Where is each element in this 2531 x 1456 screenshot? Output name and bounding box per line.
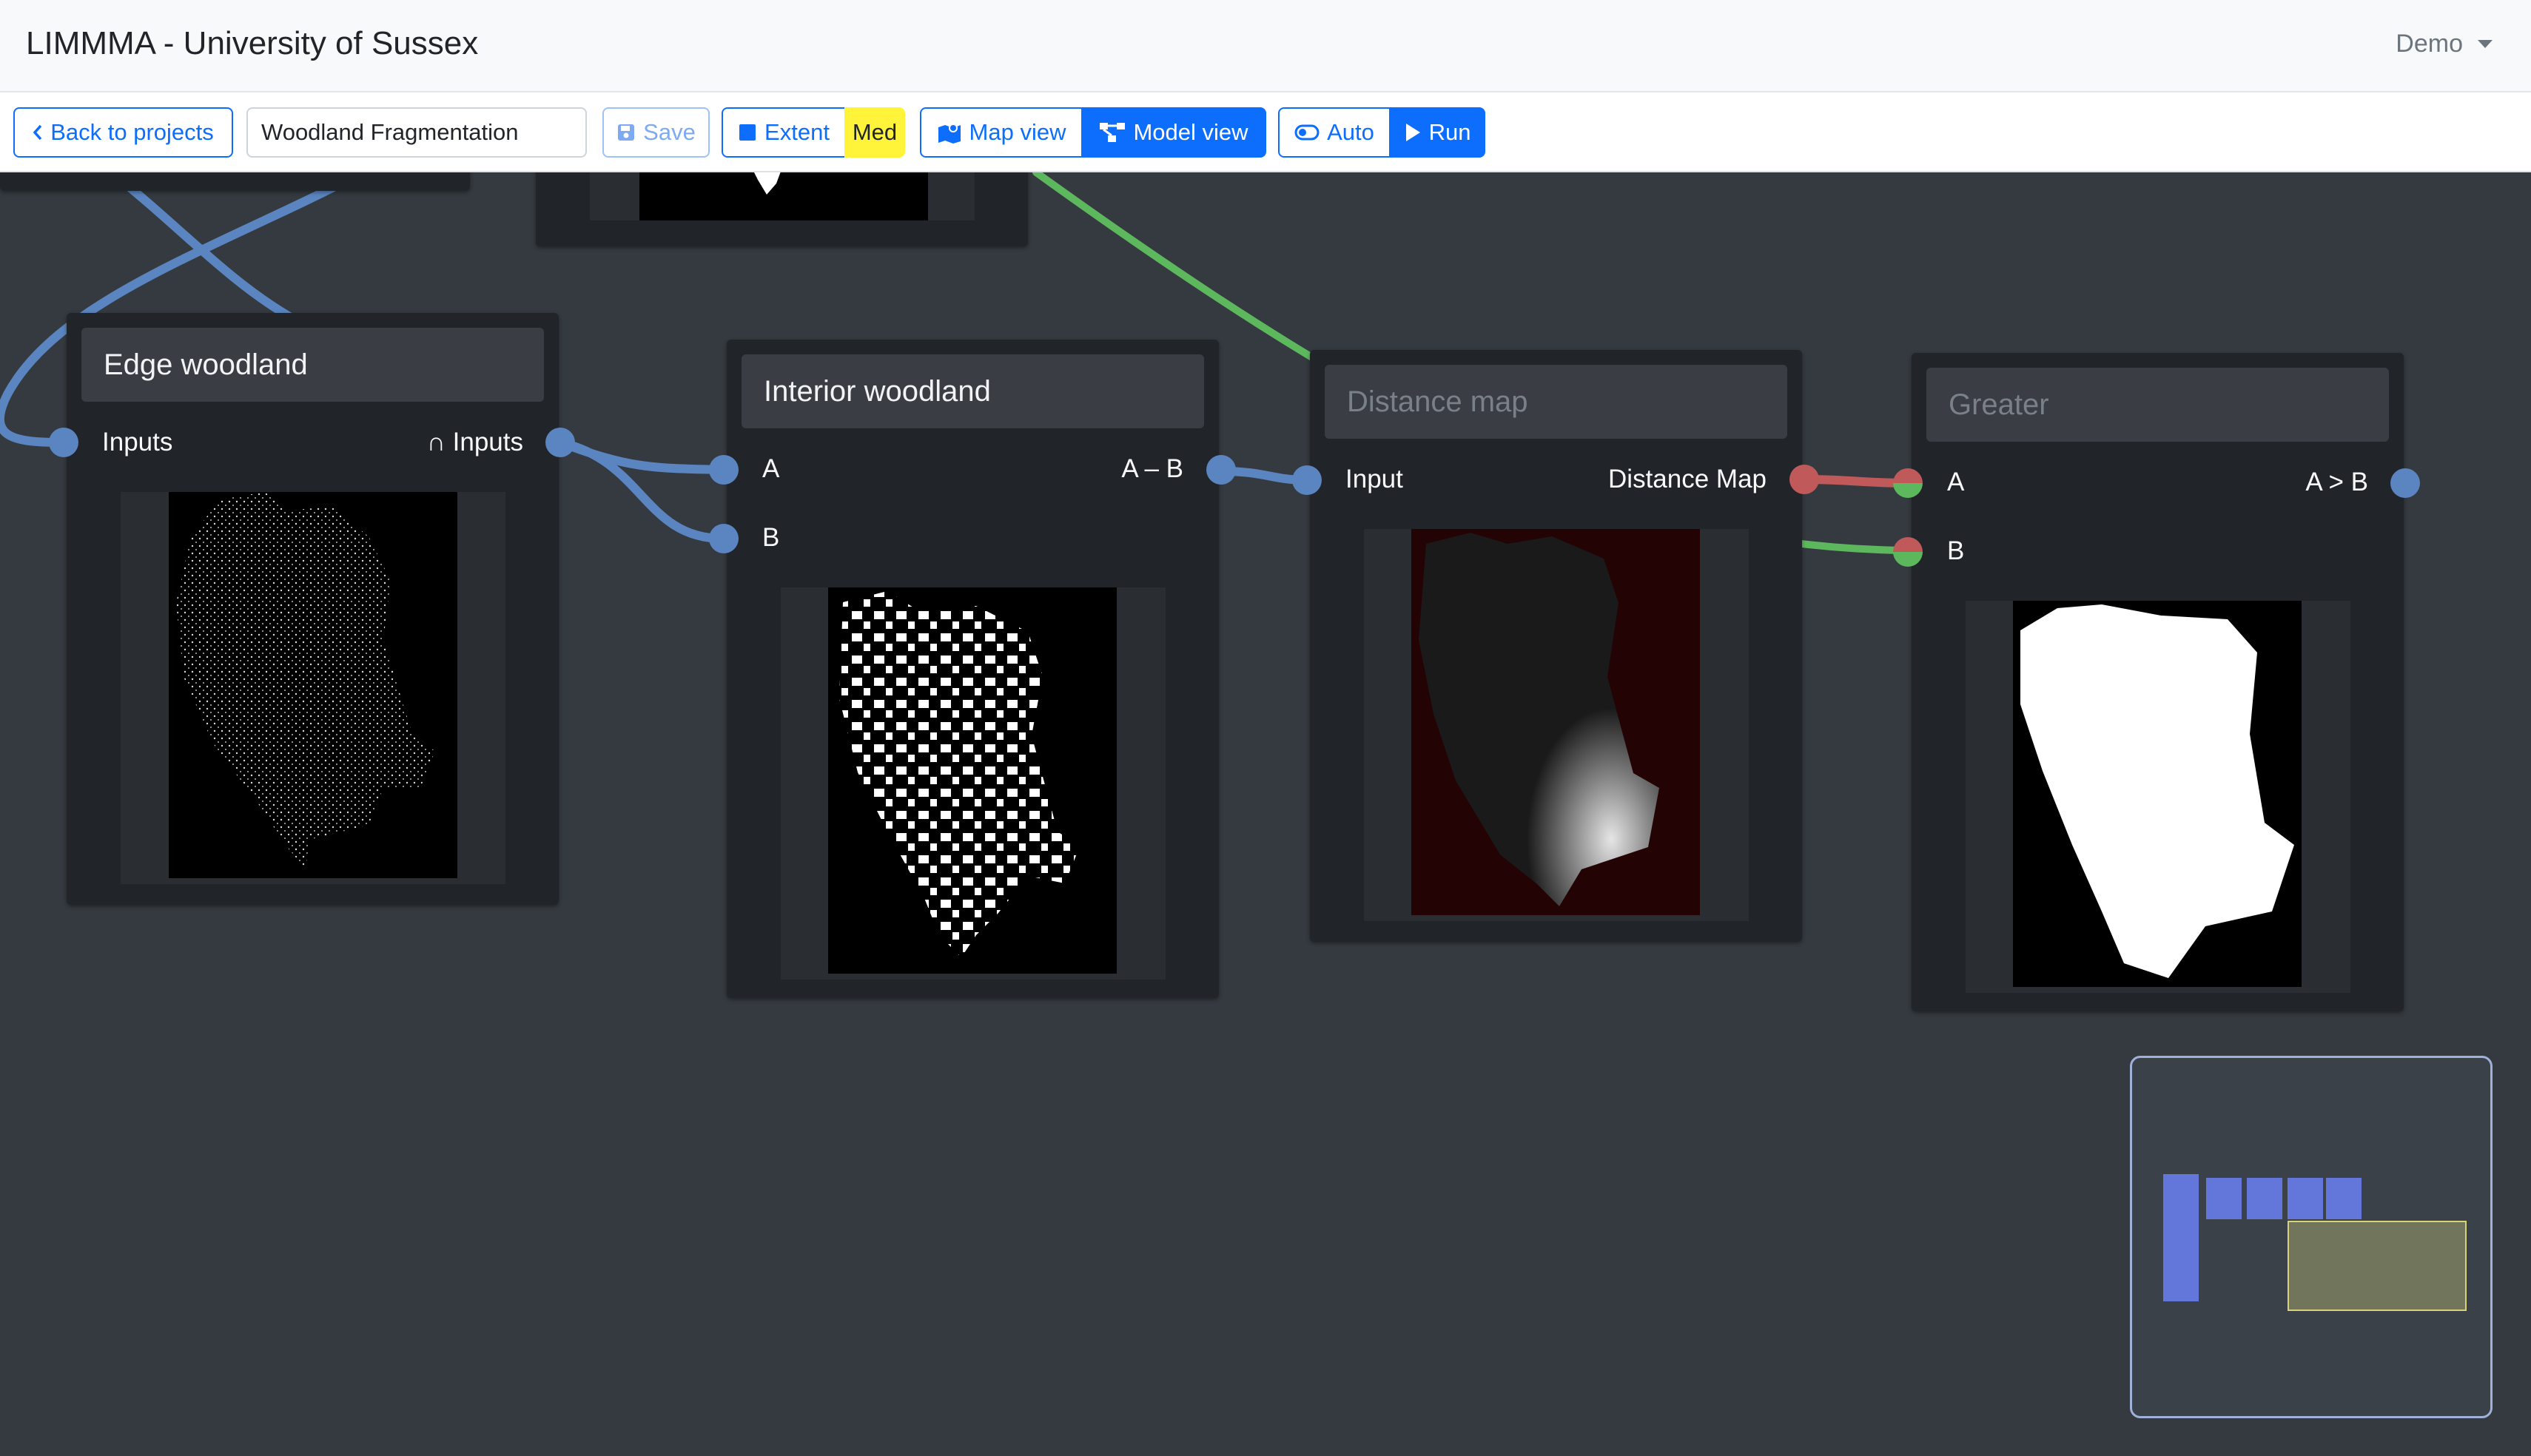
- interior-woodland-input-a-port[interactable]: [709, 455, 739, 485]
- output-port-label: A – B: [1121, 454, 1183, 483]
- output-port-label: A > B: [2305, 468, 2368, 496]
- node-title[interactable]: Edge woodland: [81, 328, 544, 402]
- run-button[interactable]: Run: [1389, 107, 1485, 158]
- extent-resolution-badge: Med: [844, 107, 905, 158]
- greater-input-b-port[interactable]: [1893, 537, 1923, 567]
- interior-woodland-input-b-port[interactable]: [709, 524, 739, 553]
- input-a-label: A: [762, 454, 780, 483]
- edge-woodland-input-port[interactable]: [49, 428, 78, 457]
- edge-woodland-output-port[interactable]: [545, 428, 575, 457]
- greater-preview-image: [2013, 601, 2302, 987]
- raster-preview-image: [754, 172, 781, 195]
- node-distance-map[interactable]: Distance map Input Distance Map: [1310, 350, 1802, 942]
- wire-red-distance-to-greater-a: [1800, 475, 1912, 488]
- input-a-label: A: [1947, 468, 1965, 496]
- user-menu-dropdown[interactable]: Demo: [2396, 30, 2493, 58]
- input-port-label: Inputs: [102, 428, 173, 456]
- minimap-node: [2247, 1178, 2282, 1219]
- wire-blue-edge-to-b: [556, 438, 727, 543]
- toggle-off-icon: [1294, 124, 1320, 141]
- output-port-label: Distance Map: [1608, 465, 1767, 493]
- extent-label: Extent: [764, 119, 830, 145]
- project-name-input[interactable]: Woodland Fragmentation: [246, 107, 587, 158]
- auto-label: Auto: [1327, 119, 1374, 145]
- save-disk-icon: [618, 124, 635, 141]
- minimap-viewport[interactable]: [2288, 1221, 2467, 1311]
- raster-preview-image: [839, 591, 1080, 957]
- save-label: Save: [643, 119, 696, 145]
- top-navbar: LIMMMA - University of Sussex Demo: [0, 0, 2531, 92]
- play-icon: [1405, 124, 1420, 141]
- node-edge-woodland[interactable]: Edge woodland Inputs ∩ Inputs: [67, 313, 559, 905]
- node-greater[interactable]: Greater A B A > B: [1912, 353, 2404, 1011]
- model-view-button[interactable]: Model view: [1081, 107, 1266, 158]
- input-port-label: Input: [1345, 465, 1403, 493]
- node-title[interactable]: Greater: [1926, 368, 2389, 442]
- map-marked-icon: [938, 124, 961, 144]
- node-offscreen-left[interactable]: [0, 172, 470, 191]
- map-view-label: Map view: [969, 119, 1066, 145]
- chevron-left-icon: [33, 124, 42, 141]
- save-button[interactable]: Save: [602, 107, 710, 158]
- map-view-button[interactable]: Map view: [920, 107, 1083, 158]
- raster-preview-image: [176, 492, 435, 869]
- output-port-label: ∩ Inputs: [426, 428, 523, 456]
- run-label: Run: [1428, 119, 1471, 145]
- distance-map-output-port[interactable]: [1789, 465, 1819, 494]
- app-title[interactable]: LIMMMA - University of Sussex: [26, 25, 478, 62]
- minimap-node: [2288, 1178, 2323, 1219]
- minimap-node: [2206, 1178, 2242, 1219]
- input-b-label: B: [1947, 536, 1965, 565]
- node-title[interactable]: Interior woodland: [742, 354, 1204, 428]
- model-canvas[interactable]: Edge woodland Inputs ∩ Inputs Interior w…: [0, 172, 2531, 1456]
- back-to-projects-label: Back to projects: [50, 119, 214, 145]
- node-interior-woodland[interactable]: Interior woodland A B A – B: [727, 340, 1219, 998]
- node-title[interactable]: Distance map: [1325, 365, 1787, 439]
- project-diagram-icon: [1100, 123, 1126, 142]
- caret-down-icon: [2478, 40, 2493, 48]
- square-icon: [739, 124, 756, 141]
- raster-preview-image: [1419, 533, 1659, 906]
- extent-button[interactable]: Extent: [722, 107, 846, 158]
- greater-input-a-port[interactable]: [1893, 468, 1923, 498]
- model-view-label: Model view: [1133, 119, 1248, 145]
- minimap-node: [2326, 1178, 2362, 1219]
- user-menu-label: Demo: [2396, 30, 2463, 58]
- back-to-projects-button[interactable]: Back to projects: [13, 107, 233, 158]
- interior-woodland-output-port[interactable]: [1206, 455, 1236, 485]
- raster-preview-image: [2020, 604, 2294, 978]
- canvas-minimap[interactable]: [2130, 1056, 2493, 1418]
- node-offscreen-center[interactable]: [536, 172, 1028, 246]
- interior-woodland-preview-image: [828, 587, 1117, 974]
- edge-woodland-preview-image: [169, 492, 457, 878]
- distance-map-preview-image: [1411, 529, 1700, 915]
- offscreen-preview-image: [639, 172, 928, 220]
- toolbar: Back to projects Woodland Fragmentation …: [0, 92, 2531, 172]
- distance-map-input-port[interactable]: [1292, 465, 1322, 495]
- input-b-label: B: [762, 523, 780, 552]
- minimap-node: [2163, 1174, 2199, 1301]
- greater-output-port[interactable]: [2390, 468, 2420, 498]
- auto-run-toggle[interactable]: Auto: [1278, 107, 1391, 158]
